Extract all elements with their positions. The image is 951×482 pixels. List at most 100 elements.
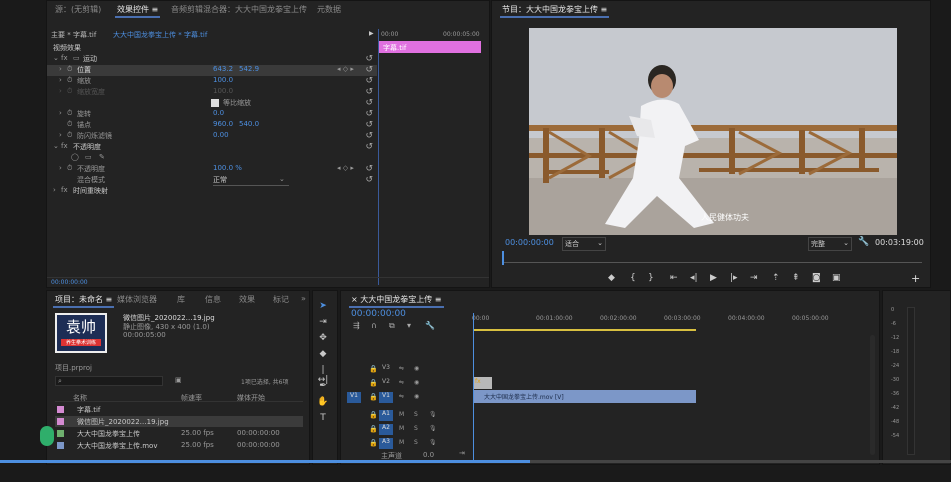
label-color-swatch[interactable] <box>57 418 64 425</box>
rectangle-mask-icon[interactable]: ▭ <box>85 153 92 161</box>
track-name[interactable]: A2 <box>379 424 393 435</box>
uniform-scale-checkbox[interactable] <box>211 99 219 107</box>
reset-icon[interactable]: ↺ <box>365 65 373 75</box>
mute-icon[interactable]: M <box>399 411 404 418</box>
label-color-swatch[interactable] <box>57 430 64 437</box>
extract-icon[interactable]: ⇞ <box>792 273 800 283</box>
track-name[interactable]: A1 <box>379 410 393 421</box>
eye-icon[interactable]: ◉ <box>414 379 419 386</box>
pen-mask-icon[interactable]: ✎ <box>99 153 105 161</box>
reset-icon[interactable]: ↺ <box>365 98 373 108</box>
slip-tool-icon[interactable]: |↔| <box>317 365 329 385</box>
reset-icon[interactable]: ↺ <box>365 120 373 130</box>
lock-icon[interactable]: 🔒 <box>369 411 378 419</box>
ec-clip-bar[interactable]: 字幕.tif <box>379 41 481 53</box>
razor-tool-icon[interactable]: ◆ <box>317 349 329 361</box>
anchor-x[interactable]: 960.0 <box>213 120 233 128</box>
fx-icon[interactable]: fx <box>61 54 68 62</box>
ripple-edit-tool-icon[interactable]: ✥ <box>317 333 329 345</box>
compare-icon[interactable]: ▣ <box>832 273 841 283</box>
stopwatch-icon[interactable]: ⏱ <box>67 131 72 140</box>
mic-icon[interactable]: 🎙 <box>429 425 437 432</box>
program-scrub-bar[interactable] <box>502 253 922 263</box>
list-item[interactable]: 大大中国龙拳宝上传 25.00 fps 00:00:00:00 <box>55 428 303 439</box>
col-start[interactable]: 媒体开始 <box>237 393 265 403</box>
more-tabs-icon[interactable]: » <box>295 291 312 306</box>
solo-icon[interactable]: S <box>414 425 418 432</box>
keyframe-nav-icon[interactable]: ◂ ◇ ▸ <box>337 164 354 172</box>
wrench-icon[interactable]: 🔧 <box>425 321 435 330</box>
tab-media-browser[interactable]: 媒体浏览器 <box>111 291 163 308</box>
play-button[interactable]: ▶ <box>710 273 717 283</box>
master-track-value[interactable]: 0.0 <box>423 451 434 459</box>
lock-icon[interactable]: 🔒 <box>369 365 378 373</box>
sync-icon[interactable]: ⇋ <box>399 379 404 386</box>
tab-effects[interactable]: 效果 <box>233 291 261 308</box>
reset-icon[interactable]: ↺ <box>365 87 373 97</box>
selection-tool-icon[interactable]: ➤ <box>317 301 329 313</box>
play-icon[interactable]: ▶ <box>369 30 374 37</box>
track-name[interactable]: V3 <box>379 364 393 375</box>
list-item[interactable]: 字幕.tif <box>55 404 303 415</box>
eye-icon[interactable]: ◉ <box>414 393 419 400</box>
nest-icon[interactable]: ⇶ <box>353 321 360 330</box>
sync-icon[interactable]: ⇋ <box>399 365 404 372</box>
playhead-marker[interactable] <box>502 251 504 265</box>
type-tool-icon[interactable]: T <box>317 413 329 425</box>
vertical-scrollbar[interactable] <box>870 335 875 455</box>
track-select-tool-icon[interactable]: ⇥ <box>317 317 329 329</box>
lock-icon[interactable]: 🔒 <box>369 439 378 447</box>
left-green-badge[interactable] <box>40 426 54 446</box>
tab-library[interactable]: 库 <box>171 291 191 308</box>
timeline-timecode[interactable]: 00:00:00:00 <box>351 309 406 319</box>
go-to-in-icon[interactable]: ⇤ <box>670 273 678 283</box>
clip-v2-fx[interactable]: fx <box>474 377 492 389</box>
close-icon[interactable]: × <box>351 295 358 304</box>
master-go-end-icon[interactable]: ⇥ <box>459 449 465 457</box>
track-name[interactable]: V1 <box>379 392 393 403</box>
stopwatch-icon[interactable]: ⏱ <box>67 76 72 85</box>
stopwatch-icon[interactable]: ⏱ <box>67 120 72 129</box>
fit-select[interactable]: 适合 ⌄ <box>562 237 606 251</box>
anchor-y[interactable]: 540.0 <box>239 120 259 128</box>
step-back-icon[interactable]: ◂| <box>690 273 698 283</box>
reset-icon[interactable]: ↺ <box>365 175 373 185</box>
timeline-tab[interactable]: × 大大中国龙拳宝上传 ≡ <box>345 291 448 308</box>
work-area-bar[interactable] <box>474 329 696 331</box>
keyframe-nav-icon[interactable]: ◂ ◇ ▸ <box>337 65 354 73</box>
timeline-ruler[interactable]: 00:00 00:01:00:00 00:02:00:00 00:03:00:00 00… <box>472 315 872 329</box>
scale-value[interactable]: 100.0 <box>213 76 233 84</box>
tab-metadata[interactable]: 元数据 <box>311 1 347 18</box>
sync-icon[interactable]: ⇋ <box>399 393 404 400</box>
position-y[interactable]: 542.9 <box>239 65 259 73</box>
mute-icon[interactable]: M <box>399 425 404 432</box>
reset-icon[interactable]: ↺ <box>365 54 373 64</box>
label-color-swatch[interactable] <box>57 406 64 413</box>
new-bin-icon[interactable]: ▣ <box>175 376 182 384</box>
add-marker-icon[interactable]: ▾ <box>407 321 411 330</box>
sequence-clip-label[interactable]: 大大中国龙拳宝上传 * 字幕.tif <box>113 30 207 40</box>
panel-menu-icon[interactable]: ≡ <box>435 295 442 304</box>
step-forward-icon[interactable]: |▸ <box>730 273 738 283</box>
program-video-frame[interactable]: 人民健体功夫 <box>529 28 897 235</box>
lift-icon[interactable]: ⇡ <box>772 273 780 283</box>
reset-icon[interactable]: ↺ <box>365 142 373 152</box>
tab-info[interactable]: 信息 <box>199 291 227 308</box>
wrench-icon[interactable]: 🔧 <box>858 237 869 247</box>
camera-icon[interactable]: ◙ <box>812 273 821 283</box>
stopwatch-icon[interactable]: ⏱ <box>67 65 72 74</box>
lock-icon[interactable]: 🔒 <box>369 425 378 433</box>
clip-v1[interactable]: 大大中国龙拳宝上传.mov [V] <box>474 390 696 403</box>
reset-icon[interactable]: ↺ <box>365 76 373 86</box>
snap-icon[interactable]: ∩ <box>371 321 377 330</box>
master-clip-selector[interactable]: 主要 * 字幕.tif <box>51 30 96 40</box>
solo-icon[interactable]: S <box>414 411 418 418</box>
reset-icon[interactable]: ↺ <box>365 109 373 119</box>
pen-tool-icon[interactable]: ✒ <box>317 381 329 393</box>
mic-icon[interactable]: 🎙 <box>429 411 437 418</box>
track-name[interactable]: V2 <box>379 378 393 389</box>
list-item[interactable]: 大大中国龙拳宝上传.mov 25.00 fps 00:00:00:00 <box>55 440 303 451</box>
hand-tool-icon[interactable]: ✋ <box>317 397 329 409</box>
blend-mode-select[interactable]: 正常 <box>213 175 289 186</box>
panel-menu-icon[interactable]: ≡ <box>152 5 159 14</box>
